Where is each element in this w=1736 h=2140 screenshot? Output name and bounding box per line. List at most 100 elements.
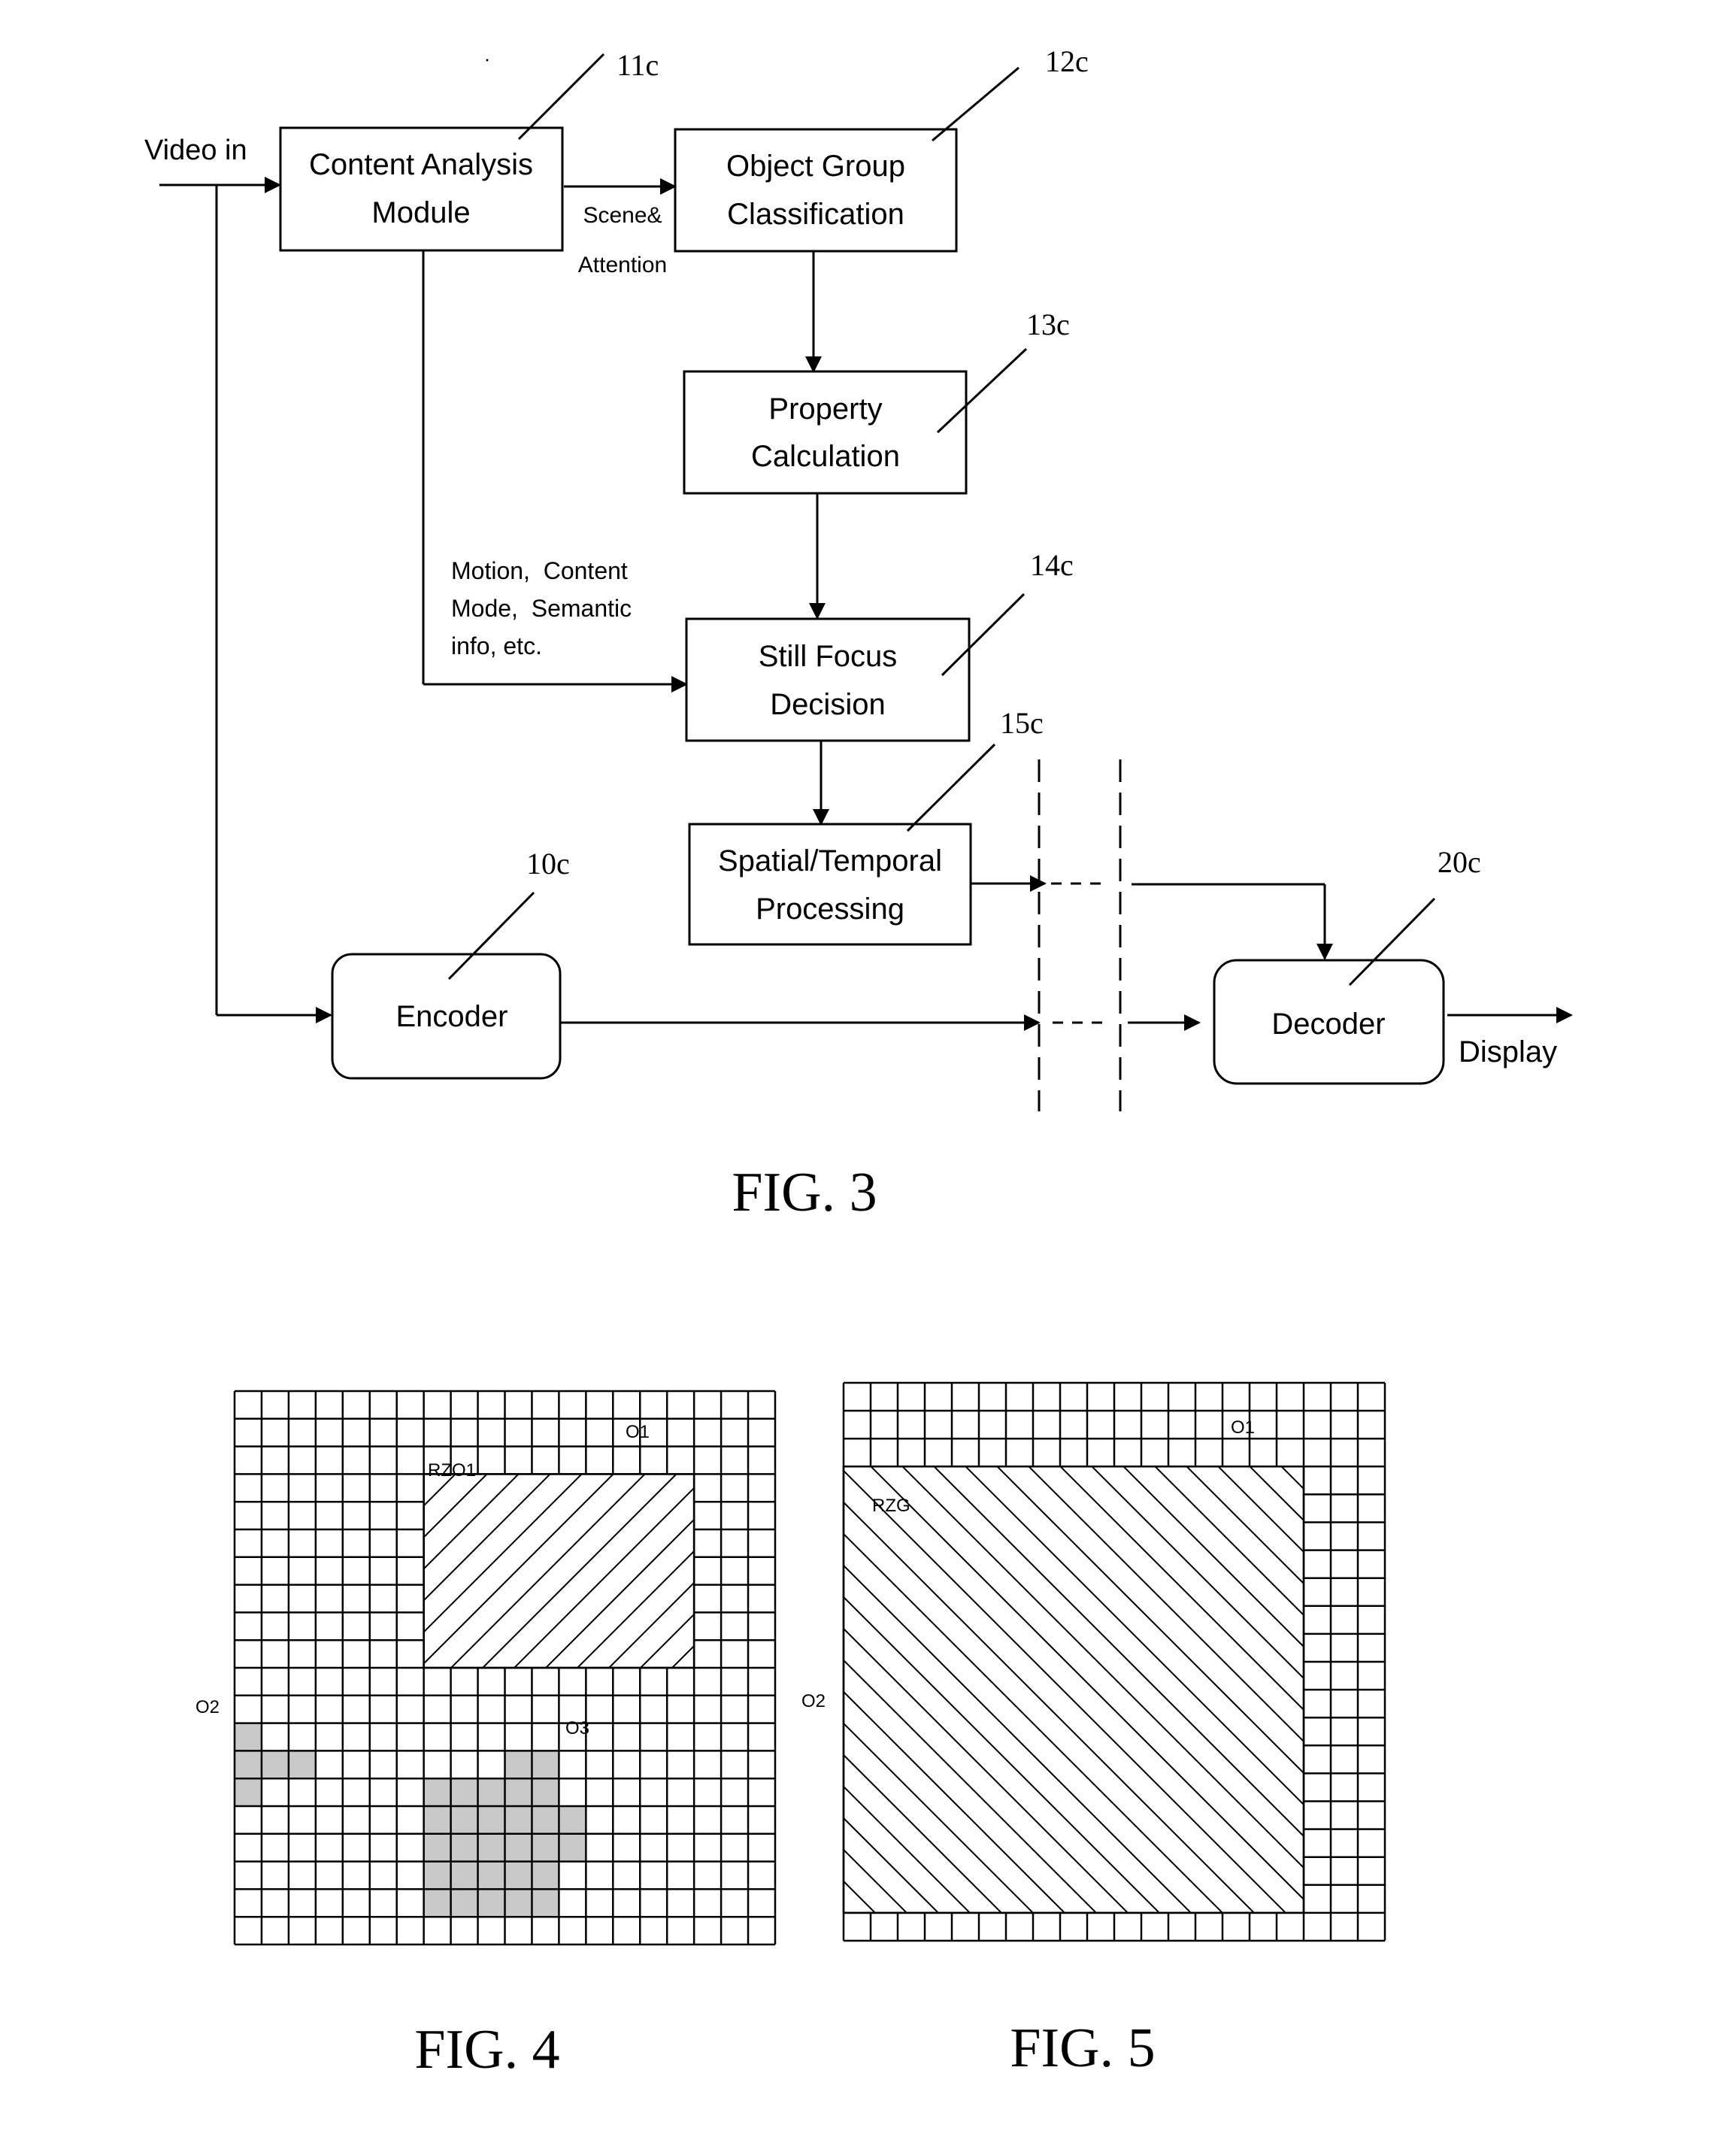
ref-leader-line: [932, 66, 1019, 142]
ref-leader-line: [517, 53, 605, 141]
fig4-grid-lines: [233, 1390, 777, 1946]
o2-label: O2: [801, 1691, 826, 1711]
block-label: Decoder: [1271, 1008, 1385, 1041]
hatch-line: [844, 1754, 1002, 1913]
o1-label: O1: [626, 1422, 650, 1442]
object-cell-o3: [532, 1806, 559, 1834]
ref-number: 12c: [1045, 44, 1089, 78]
hatch-line: [545, 1518, 695, 1669]
motion-info-line3: info, etc.: [451, 632, 542, 659]
hatch-line: [767, 1474, 961, 1668]
block-label-line1: Property: [768, 393, 882, 426]
hatch-line: [830, 1474, 1024, 1668]
object-cell-o3: [504, 1833, 532, 1862]
object-cell-o3: [477, 1861, 505, 1890]
hatch-line: [1344, 1466, 1736, 1913]
object-cell-o2: [288, 1750, 316, 1779]
rzo1-label: RZO1: [428, 1460, 476, 1481]
object-cell-o3: [477, 1889, 505, 1917]
object-cell-o3: [532, 1778, 559, 1806]
object-cell-o3: [450, 1806, 478, 1834]
object-cell-o3: [477, 1778, 505, 1806]
hatch-line: [423, 1474, 488, 1538]
motion-info-line1: Motion, Content: [451, 557, 628, 584]
ref-number: 14c: [1030, 548, 1074, 582]
patent-figure-sheet: Video in Content Analysis Module 11c Sce…: [144, 44, 1736, 2081]
hatch-line: [423, 1474, 520, 1570]
hatch-line: [1471, 1466, 1736, 1913]
fig5-grid-lines: [842, 1381, 1386, 1942]
object-cell-o3: [504, 1889, 532, 1917]
block-label-line1: Spatial/Temporal: [718, 844, 942, 878]
hatch-line: [514, 1487, 695, 1669]
hatch-line: [1407, 1466, 1736, 1913]
spatial-temporal-block: Spatial/Temporal Processing 15c: [688, 706, 1044, 946]
attention-label: Attention: [578, 253, 667, 277]
region-border: [842, 1466, 1305, 1914]
fig4-caption: FIG. 4: [414, 2019, 559, 2081]
object-cell-o3: [532, 1750, 559, 1779]
hatch-line: [608, 1581, 695, 1669]
hatch-line: [844, 1501, 1255, 1913]
stray-dot: [486, 59, 489, 62]
fig4-rzo1-hatching: [423, 1473, 1024, 1669]
hatch-line: [1597, 1466, 1736, 1913]
region-border: [423, 1473, 695, 1669]
hatch-line: [1628, 1466, 1736, 1913]
hatch-line: [1565, 1466, 1736, 1913]
rzg-label: RZG: [872, 1496, 910, 1516]
block-label-line1: Still Focus: [759, 640, 898, 673]
hatch-line: [1502, 1466, 1736, 1913]
hatch-group: [844, 1466, 1736, 1913]
hatch-line: [844, 1785, 971, 1913]
object-cell-o3: [423, 1833, 451, 1862]
object-cell-o2: [235, 1778, 262, 1806]
fig4-grid-figure: RZO1 O1 O2 O3 FIG. 4: [195, 1390, 1024, 2081]
hatch-line: [844, 1690, 1065, 1913]
object-cell-o3: [504, 1861, 532, 1890]
fig5-rzg-hatching: [842, 1466, 1736, 1914]
object-cell-o2: [261, 1750, 289, 1779]
scene-label: Scene&: [583, 203, 662, 228]
hatch-line: [704, 1474, 898, 1668]
hatch-line: [1660, 1466, 1736, 1913]
block-label-line2: Module: [371, 196, 470, 229]
hatch-line: [870, 1466, 1304, 1901]
hatch-line: [577, 1550, 695, 1669]
ref-number: 11c: [617, 48, 659, 82]
hatch-line: [423, 1474, 583, 1633]
fig4-object-cells: [235, 1723, 586, 1917]
object-cell-o3: [532, 1861, 559, 1890]
motion-info-line2: Mode, Semantic: [451, 595, 632, 622]
hatch-group: [423, 1474, 1024, 1669]
block-label: Encoder: [396, 1000, 508, 1033]
hatch-line: [482, 1474, 677, 1669]
object-cell-o3: [532, 1889, 559, 1917]
hatch-line: [901, 1466, 1304, 1869]
hatch-line: [844, 1469, 1286, 1913]
hatch-line: [844, 1564, 1192, 1913]
o3-label: O3: [565, 1718, 589, 1738]
hatch-line: [1186, 1466, 1304, 1585]
hatch-line: [423, 1474, 425, 1475]
object-cell-o3: [559, 1806, 586, 1834]
hatch-line: [1723, 1466, 1736, 1913]
object-cell-o3: [504, 1750, 532, 1779]
object-cell-o3: [423, 1778, 451, 1806]
object-cell-o3: [450, 1861, 478, 1890]
object-cell-o3: [450, 1833, 478, 1862]
object-cell-o2: [235, 1750, 262, 1779]
fig3-caption: FIG. 3: [732, 1162, 877, 1223]
hatch-line: [844, 1596, 1160, 1913]
object-cell-o3: [423, 1861, 451, 1890]
hatch-line: [1692, 1466, 1736, 1913]
object-cell-o3: [477, 1806, 505, 1834]
block-label-line2: Calculation: [751, 440, 900, 473]
object-cell-o3: [477, 1833, 505, 1862]
hatch-line: [1028, 1466, 1304, 1743]
hatch-line: [423, 1474, 614, 1665]
object-cell-o3: [504, 1806, 532, 1834]
o1-label: O1: [1231, 1417, 1255, 1438]
encoder-block: Encoder 10c: [331, 847, 570, 1080]
object-cell-o3: [423, 1889, 451, 1917]
